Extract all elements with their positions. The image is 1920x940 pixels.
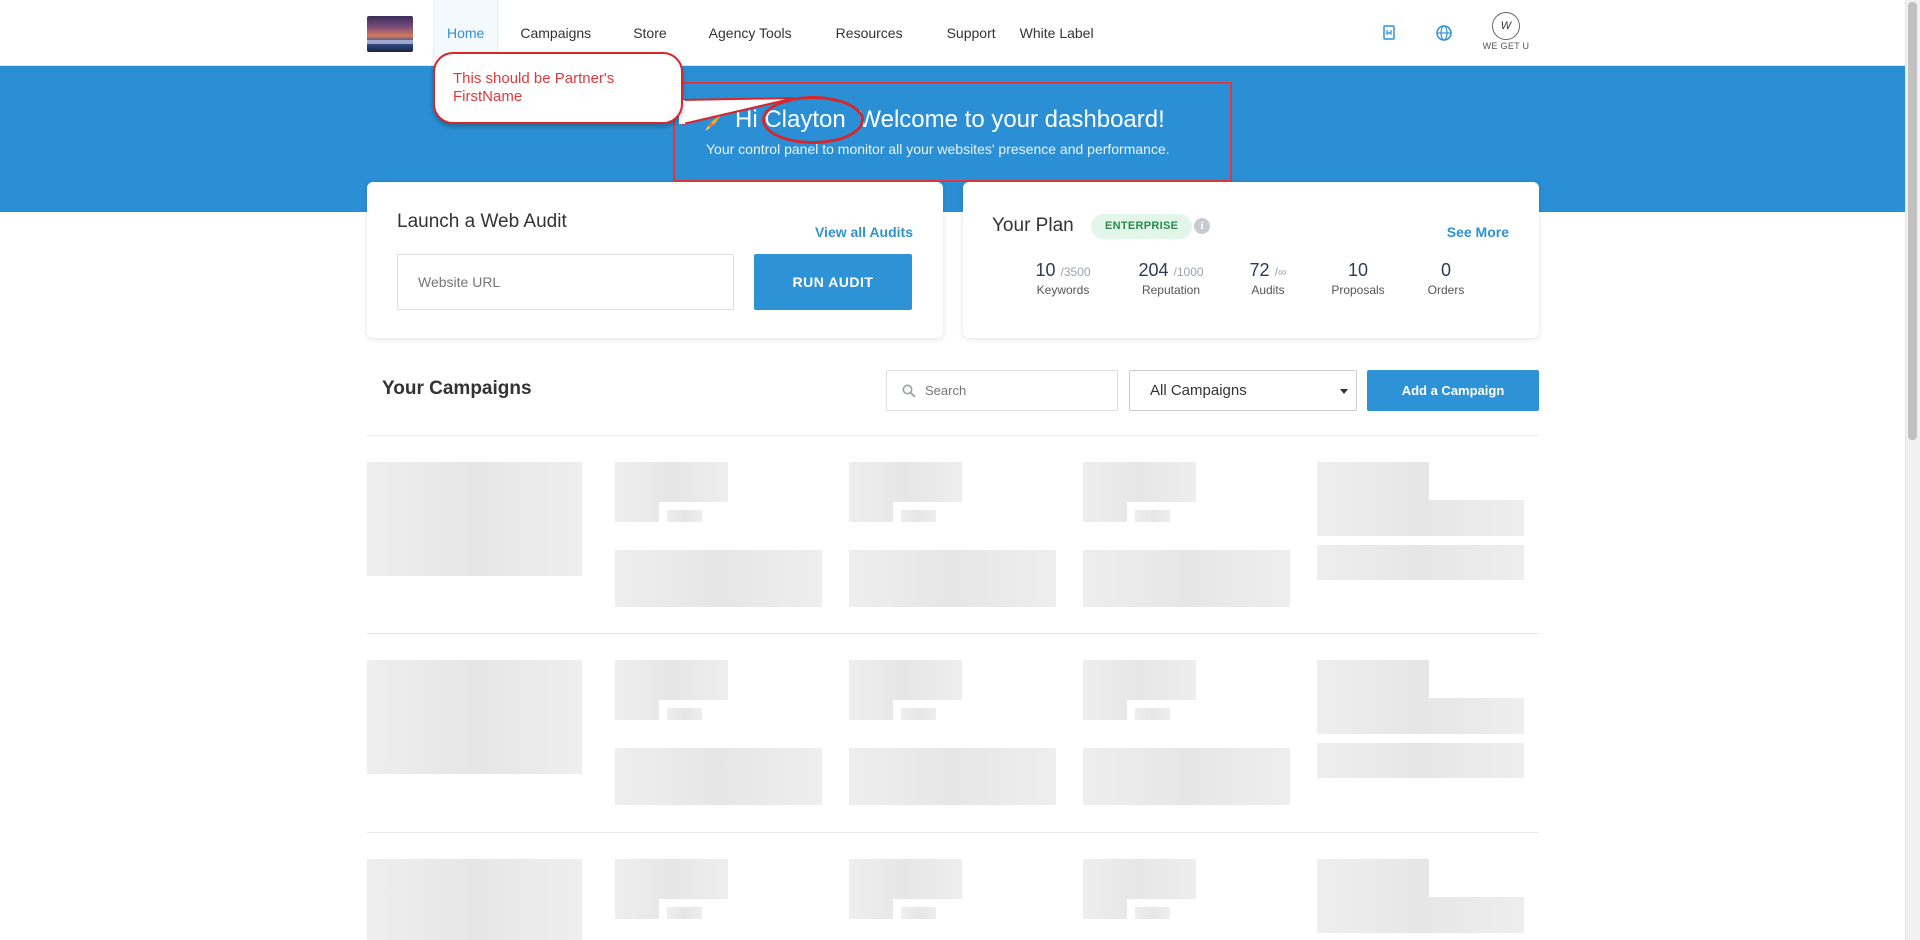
see-more-link[interactable]: See More: [1447, 224, 1509, 240]
divider: [367, 633, 1539, 634]
stat-value: 10: [1347, 260, 1369, 280]
skeleton-block: [615, 550, 822, 607]
stat-proposals: 10 Proposals: [1325, 260, 1391, 297]
avatar-mark: W: [1492, 12, 1520, 40]
user-avatar[interactable]: W WE GET U: [1480, 12, 1532, 52]
web-audit-card: Launch a Web Audit View all Audits RUN A…: [367, 182, 943, 338]
skeleton-block: [901, 708, 936, 720]
skeleton-block: [667, 510, 702, 522]
view-all-audits-link[interactable]: View all Audits: [815, 224, 913, 240]
plan-badge: ENTERPRISE: [1091, 214, 1193, 239]
skeleton-block: [1135, 907, 1170, 919]
skeleton-notch: [1429, 859, 1524, 897]
stat-value: 72: [1249, 260, 1270, 280]
bookmark-icon[interactable]: [1380, 24, 1398, 42]
search-input[interactable]: [925, 371, 1111, 410]
globe-icon[interactable]: [1435, 24, 1453, 42]
skeleton-block: [901, 510, 936, 522]
nav-item-white-label[interactable]: White Label: [1008, 0, 1107, 66]
stat-label: Orders: [1427, 283, 1465, 297]
skeleton-block: [1083, 550, 1290, 607]
plan-card-title: Your Plan: [992, 215, 1074, 236]
avatar-text: WE GET U: [1482, 41, 1530, 51]
stat-value: 204: [1138, 260, 1169, 280]
filter-value: All Campaigns: [1150, 382, 1247, 399]
stat-label: Proposals: [1331, 283, 1385, 297]
info-icon[interactable]: i: [1194, 218, 1210, 234]
stat-value: 0: [1440, 260, 1451, 280]
nav-item-support[interactable]: Support: [925, 0, 1008, 66]
skeleton-thumbnail: [367, 660, 582, 774]
chevron-down-icon: [1340, 389, 1348, 394]
skeleton-block: [849, 748, 1056, 805]
website-url-input[interactable]: [397, 254, 734, 310]
top-navbar: Home Campaigns Store Agency Tools Resour…: [0, 0, 1905, 66]
stat-audits: 72 /∞ Audits: [1243, 260, 1293, 297]
stat-orders: 0 Orders: [1418, 260, 1474, 297]
divider: [367, 832, 1539, 833]
campaign-search[interactable]: [886, 370, 1118, 411]
campaigns-title: Your Campaigns: [382, 378, 532, 399]
stat-reputation: 204 /1000 Reputation: [1133, 260, 1209, 297]
skeleton-block: [901, 907, 936, 919]
skeleton-block: [667, 708, 702, 720]
skeleton-thumbnail: [367, 859, 582, 940]
stat-keywords: 10 /3500 Keywords: [1031, 260, 1095, 297]
callout-pointer: [679, 97, 796, 126]
stat-value: 10: [1035, 260, 1056, 280]
scrollbar-thumb[interactable]: [1908, 2, 1917, 440]
stat-max: /∞: [1274, 265, 1287, 279]
skeleton-block: [1317, 743, 1524, 778]
skeleton-notch: [1429, 660, 1524, 698]
run-audit-button[interactable]: RUN AUDIT: [754, 254, 912, 310]
nav-item-agency-tools[interactable]: Agency Tools: [687, 0, 814, 66]
skeleton-block: [1083, 748, 1290, 805]
skeleton-notch: [1429, 462, 1524, 500]
add-campaign-button[interactable]: Add a Campaign: [1367, 370, 1539, 411]
skeleton-thumbnail: [367, 462, 582, 576]
skeleton-block: [667, 907, 702, 919]
search-icon: [902, 384, 916, 398]
plan-card: Your Plan ENTERPRISE i See More 10 /3500…: [963, 182, 1539, 338]
skeleton-block: [849, 550, 1056, 607]
greeting-suffix: Welcome to your dashboard!: [858, 106, 1165, 133]
skeleton-block: [615, 748, 822, 805]
divider: [367, 435, 1539, 436]
hero-subtitle: Your control panel to monitor all your w…: [706, 141, 1170, 157]
skeleton-block: [1135, 708, 1170, 720]
skeleton-block: [1317, 545, 1524, 580]
brand-logo[interactable]: [367, 16, 413, 52]
campaign-filter-select[interactable]: All Campaigns: [1129, 370, 1357, 411]
audit-card-title: Launch a Web Audit: [397, 211, 567, 232]
nav-item-resources[interactable]: Resources: [814, 0, 925, 66]
stat-max: /1000: [1173, 265, 1204, 279]
skeleton-block: [1135, 510, 1170, 522]
stat-label: Reputation: [1141, 283, 1201, 297]
stat-label: Audits: [1251, 283, 1285, 297]
stat-max: /3500: [1060, 265, 1091, 279]
annotation-callout: This should be Partner's FirstName: [433, 52, 683, 124]
stat-label: Keywords: [1036, 283, 1090, 297]
